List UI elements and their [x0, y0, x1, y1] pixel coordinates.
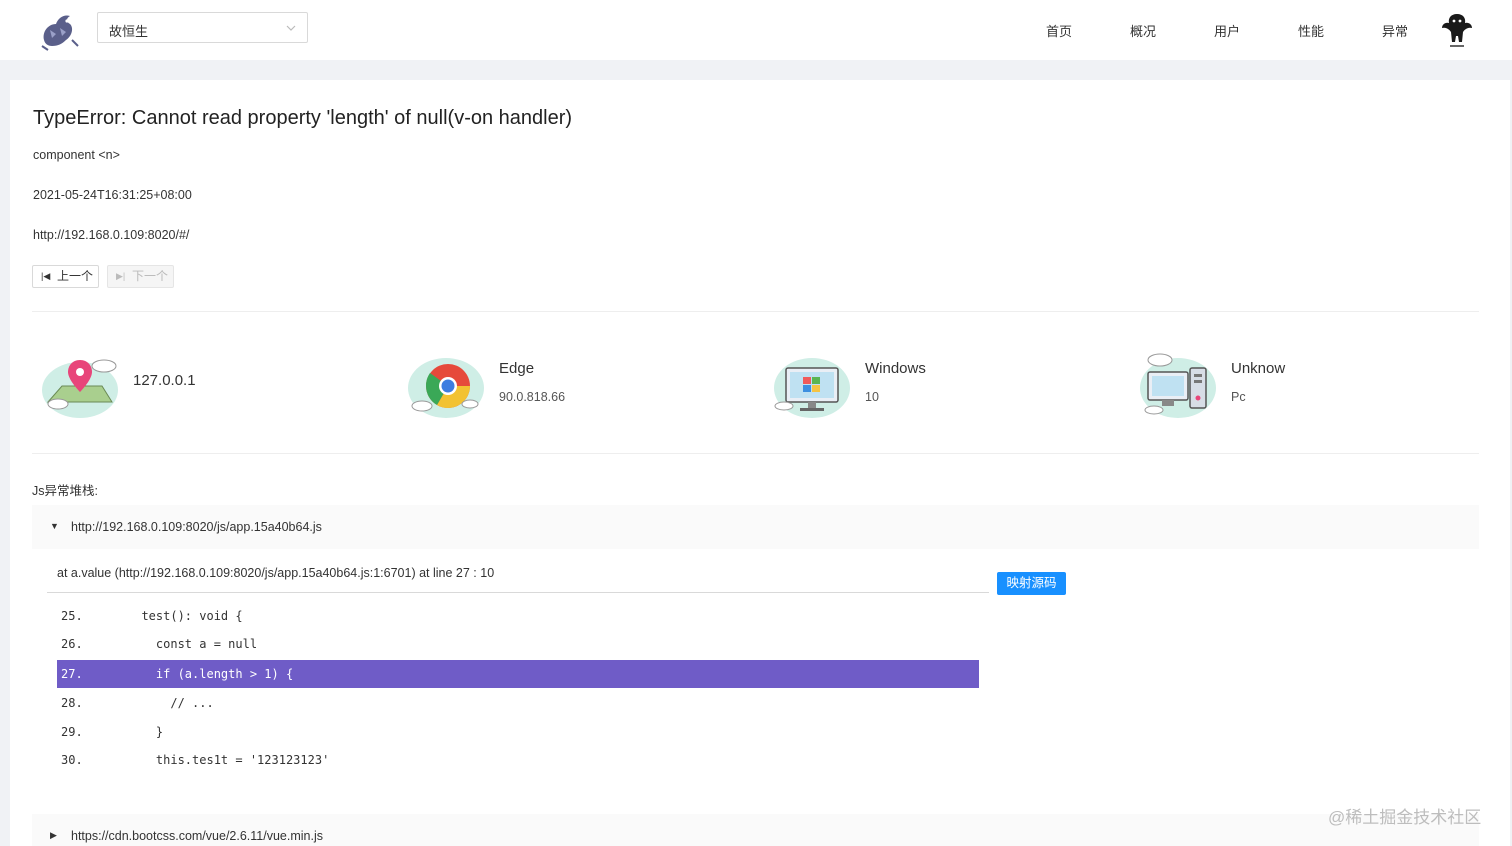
project-select-value: 故恒生: [109, 24, 149, 39]
error-title: TypeError: Cannot read property 'length'…: [33, 107, 573, 129]
error-time: 2021-05-24T16:31:25+08:00: [33, 188, 192, 202]
stack-file-url: https://cdn.bootcss.com/vue/2.6.11/vue.m…: [71, 829, 323, 843]
stack-frame-text: at a.value (http://192.168.0.109:8020/js…: [57, 566, 495, 580]
avatar[interactable]: [1438, 10, 1476, 50]
nav-home[interactable]: 首页: [1046, 21, 1072, 40]
stat-device-type: Pc: [1231, 390, 1246, 404]
code-line: 28. // ...: [61, 696, 214, 710]
prev-button-label: 上一个: [57, 269, 94, 283]
error-page-url: http://192.168.0.109:8020/#/: [33, 228, 190, 242]
divider: [47, 592, 989, 593]
location-pin-icon: [42, 359, 118, 418]
code-line: 25. test(): void {: [61, 609, 243, 623]
step-forward-icon: ▶|: [116, 271, 126, 281]
caret-down-icon: ▼: [50, 521, 59, 531]
error-detail-card: TypeError: Cannot read property 'length'…: [10, 80, 1510, 846]
stack-file-url: http://192.168.0.109:8020/js/app.15a40b6…: [71, 520, 322, 534]
stat-browser-version: 90.0.818.66: [499, 390, 566, 404]
nav-overview[interactable]: 概况: [1130, 21, 1156, 40]
stat-os: Windows 10: [770, 342, 1110, 422]
stack-file-header[interactable]: ▼ http://192.168.0.109:8020/js/app.15a40…: [32, 505, 1479, 549]
error-component: component <n>: [33, 148, 120, 162]
project-select[interactable]: 故恒生: [97, 12, 308, 43]
next-button-label: 下一个: [132, 269, 169, 283]
watermark: @稀土掘金技术社区: [1328, 808, 1482, 827]
prev-button[interactable]: |◀ 上一个: [32, 265, 99, 288]
next-button[interactable]: ▶| 下一个: [107, 265, 174, 288]
nav-errors[interactable]: 异常: [1382, 21, 1408, 40]
nav-users[interactable]: 用户: [1214, 21, 1240, 40]
stat-browser: Edge 90.0.818.66: [404, 342, 744, 422]
divider: [32, 311, 1479, 312]
chrome-browser-icon: [408, 358, 484, 418]
stack-label: Js异常堆栈:: [32, 484, 98, 498]
desktop-monitor-icon: [774, 358, 850, 418]
code-line: 26. const a = null: [61, 637, 258, 651]
top-header: 故恒生 首页 概况 用户 性能 异常: [0, 0, 1512, 60]
stat-os-name: Windows: [865, 360, 926, 377]
step-backward-icon: |◀: [41, 271, 51, 281]
stat-os-version: 10: [865, 390, 879, 404]
stat-device: Unknow Pc: [1136, 342, 1476, 422]
stat-ip-value: 127.0.0.1: [133, 372, 196, 389]
divider: [32, 453, 1479, 454]
map-source-button[interactable]: 映射源码: [997, 572, 1066, 595]
caret-right-icon: ▶: [50, 830, 57, 840]
stat-ip: 127.0.0.1: [38, 342, 378, 422]
stat-browser-name: Edge: [499, 360, 535, 377]
computer-tower-icon: [1140, 353, 1216, 418]
chevron-down-icon: [286, 25, 296, 31]
nav-performance[interactable]: 性能: [1298, 21, 1324, 40]
code-line-highlighted: 27. if (a.length > 1) {: [57, 660, 979, 688]
code-line: 29. }: [61, 725, 164, 739]
stat-device-name: Unknow: [1231, 360, 1286, 377]
dragon-logo-icon[interactable]: [36, 10, 80, 52]
code-line: 30. this.tes1t = '123123123': [61, 753, 330, 767]
stack-file-header[interactable]: ▶ https://cdn.bootcss.com/vue/2.6.11/vue…: [32, 814, 1479, 846]
